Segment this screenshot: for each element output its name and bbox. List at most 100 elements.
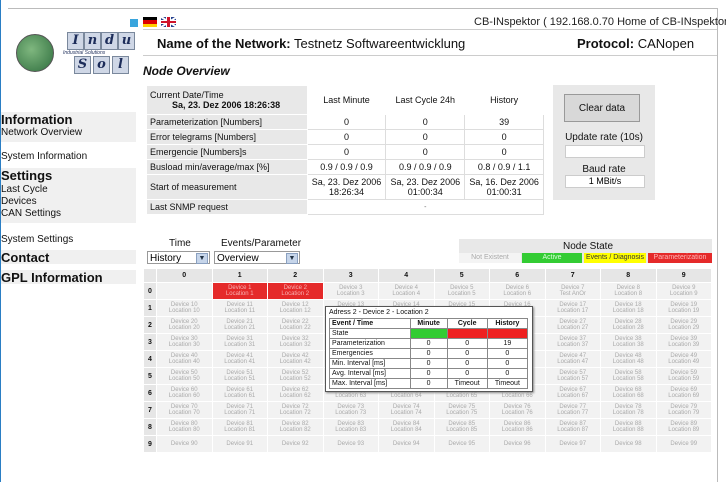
sidebar-heading-gpl[interactable]: GPL Information (1, 270, 136, 285)
device-cell[interactable]: Device 41 Location 41 (211, 350, 268, 368)
device-cell[interactable]: Device 42 Location 42 (267, 350, 324, 368)
device-cell[interactable]: Device 28 Location 28 (600, 316, 657, 334)
update-rate-field[interactable] (565, 145, 645, 158)
device-cell[interactable]: Device 94 (378, 435, 435, 453)
device-cell[interactable]: Device 75 Location 75 (433, 401, 490, 419)
popup-value: 0 (446, 338, 488, 349)
device-cell[interactable]: Device 32 Location 32 (267, 333, 324, 351)
device-cell[interactable]: Device 52 Location 52 (267, 367, 324, 385)
device-cell[interactable]: Device 61 Location 61 (211, 384, 268, 402)
device-cell[interactable]: Device 20 Location 20 (156, 316, 213, 334)
uk-flag-icon[interactable] (161, 17, 176, 27)
logo-letter: l (112, 56, 129, 74)
device-cell[interactable]: Device 1 Location 1 (211, 282, 268, 300)
device-cell[interactable]: Device 3 Location 3 (322, 282, 379, 300)
device-cell[interactable]: Device 93 (322, 435, 379, 453)
device-cell[interactable]: Device 6 Location 6 (489, 282, 546, 300)
device-cell[interactable]: Device 2 Location 2 (267, 282, 324, 300)
device-cell[interactable]: Device 98 (600, 435, 657, 453)
device-cell[interactable]: Device 38 Location 38 (600, 333, 657, 351)
device-cell[interactable]: Device 48 Location 48 (600, 350, 657, 368)
device-cell[interactable]: Device 5 Location 5 (433, 282, 490, 300)
device-cell[interactable]: Device 57 Location 57 (544, 367, 601, 385)
device-cell[interactable]: Device 58 Location 58 (600, 367, 657, 385)
device-location: Location 59 (668, 376, 700, 382)
events-select[interactable]: Overview ▼ (214, 251, 300, 264)
device-cell[interactable]: Device 86 Location 86 (489, 418, 546, 436)
device-cell[interactable]: Device 80 Location 80 (156, 418, 213, 436)
device-cell[interactable]: Device 97 (544, 435, 601, 453)
device-cell[interactable]: Device 21 Location 21 (211, 316, 268, 334)
device-cell[interactable]: Device 78 Location 78 (600, 401, 657, 419)
device-cell[interactable]: Device 60 Location 60 (156, 384, 213, 402)
device-cell[interactable]: Device 89 Location 89 (655, 418, 712, 436)
device-cell[interactable]: Device 79 Location 79 (655, 401, 712, 419)
device-cell[interactable]: Device 47 Location 47 (544, 350, 601, 368)
device-cell[interactable]: Device 88 Location 88 (600, 418, 657, 436)
sidebar-item-devices[interactable]: Devices (1, 196, 136, 207)
device-cell[interactable]: Device 31 Location 31 (211, 333, 268, 351)
device-cell[interactable]: Device 95 (433, 435, 490, 453)
device-cell[interactable]: Device 18 Location 18 (600, 299, 657, 317)
device-cell[interactable]: Device 69 Location 69 (655, 384, 712, 402)
device-cell[interactable]: Device 49 Location 49 (655, 350, 712, 368)
device-cell[interactable]: Device 8 Location 8 (600, 282, 657, 300)
device-cell[interactable]: Device 39 Location 39 (655, 333, 712, 351)
device-cell[interactable]: Device 50 Location 50 (156, 367, 213, 385)
device-cell[interactable]: Device 90 (156, 435, 213, 453)
device-cell[interactable]: Device 40 Location 40 (156, 350, 213, 368)
device-cell[interactable]: Device 30 Location 30 (156, 333, 213, 351)
device-location: Location 66 (501, 393, 533, 399)
sidebar-item-network-overview[interactable]: Network Overview (1, 127, 136, 138)
device-cell[interactable]: Device 12 Location 12 (267, 299, 324, 317)
time-select[interactable]: History ▼ (147, 251, 210, 264)
device-cell[interactable]: Device 81 Location 81 (211, 418, 268, 436)
sidebar-item-last-cycle[interactable]: Last Cycle (1, 184, 136, 195)
sidebar-heading-contact[interactable]: Contact (1, 250, 136, 265)
sidebar-heading-settings[interactable]: Settings (1, 168, 136, 183)
device-cell[interactable]: Device 68 Location 68 (600, 384, 657, 402)
device-cell[interactable]: Device 67 Location 67 (544, 384, 601, 402)
sidebar-heading-information[interactable]: Information (1, 112, 136, 127)
device-cell[interactable]: Device 22 Location 22 (267, 316, 324, 334)
device-cell[interactable]: Device 7 Test AnOr (544, 282, 601, 300)
device-cell[interactable]: Device 96 (489, 435, 546, 453)
device-cell[interactable]: Device 9 Location 9 (655, 282, 712, 300)
device-cell[interactable]: Device 59 Location 59 (655, 367, 712, 385)
device-cell[interactable]: Device 91 (211, 435, 268, 453)
overview-value: 0 (385, 114, 466, 130)
device-cell[interactable]: Device 76 Location 76 (489, 401, 546, 419)
device-cell[interactable]: Device 84 Location 84 (378, 418, 435, 436)
device-cell[interactable]: Device 17 Location 17 (544, 299, 601, 317)
device-cell[interactable]: Device 72 Location 72 (267, 401, 324, 419)
device-cell[interactable]: Device 4 Location 4 (378, 282, 435, 300)
german-flag-icon[interactable] (143, 17, 157, 27)
device-cell[interactable]: Device 99 (655, 435, 712, 453)
overview-value: Sa, 23. Dez 2006 01:00:34 (385, 174, 466, 200)
chevron-down-icon[interactable]: ▼ (286, 253, 298, 264)
device-cell[interactable]: Device 10 Location 10 (156, 299, 213, 317)
sidebar-item-can-settings[interactable]: CAN Settings (1, 208, 136, 219)
device-cell[interactable]: Device 73 Location 73 (322, 401, 379, 419)
device-cell[interactable]: Device 87 Location 87 (544, 418, 601, 436)
baud-rate-label: Baud rate (582, 164, 626, 175)
device-cell[interactable]: Device 11 Location 11 (211, 299, 268, 317)
device-cell[interactable]: Device 82 Location 82 (267, 418, 324, 436)
device-cell[interactable]: Device 77 Location 77 (544, 401, 601, 419)
device-cell[interactable]: Device 37 Location 37 (544, 333, 601, 351)
device-cell[interactable]: Device 74 Location 74 (378, 401, 435, 419)
device-cell[interactable]: Device 51 Location 51 (211, 367, 268, 385)
clear-data-button[interactable]: Clear data (564, 94, 640, 122)
device-cell[interactable]: Device 29 Location 29 (655, 316, 712, 334)
device-cell[interactable]: Device 71 Location 71 (211, 401, 268, 419)
device-cell[interactable]: Device 83 Location 83 (322, 418, 379, 436)
device-cell[interactable]: Device 70 Location 70 (156, 401, 213, 419)
sidebar-item-system-information[interactable]: System Information (1, 151, 136, 162)
device-cell[interactable]: Device 19 Location 19 (655, 299, 712, 317)
device-cell[interactable]: Device 85 Location 85 (433, 418, 490, 436)
device-cell[interactable]: Device 62 Location 62 (267, 384, 324, 402)
device-cell[interactable]: Device 92 (267, 435, 324, 453)
chevron-down-icon[interactable]: ▼ (196, 253, 208, 264)
device-cell[interactable]: Device 27 Location 27 (544, 316, 601, 334)
sidebar-item-system-settings[interactable]: System Settings (1, 234, 136, 245)
